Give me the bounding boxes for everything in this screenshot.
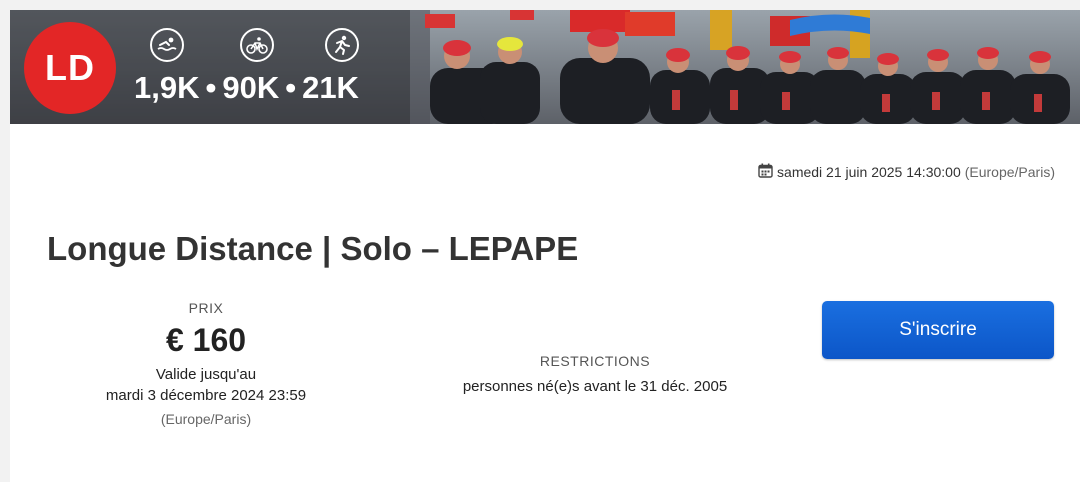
price-value: € 160 [165,322,247,358]
event-title: Longue Distance | Solo – LEPAPE [47,230,579,267]
calendar-icon [758,163,773,181]
distance-badge: LD [24,22,116,114]
event-date: samedi 21 juin 2025 14:30:00 (Europe/Par… [758,163,1055,181]
price-timezone: (Europe/Paris) [160,411,252,427]
run-icon [325,28,359,62]
distance-separator: • [285,70,297,105]
price-valid-label: Valide jusqu'au [155,366,257,383]
event-date-timezone: (Europe/Paris) [964,164,1055,180]
distance-separator: • [205,70,217,105]
event-banner: LD 1,9K • 90K • 21K [10,10,1080,124]
restrictions-label: RESTRICTIONS [539,353,651,369]
swim-distance: 1,9K [134,70,200,105]
price-valid-date: mardi 3 décembre 2024 23:59 [105,387,307,404]
price-valid-until: Valide jusqu'au mardi 3 décembre 2024 23… [86,364,326,406]
event-card: LD 1,9K • 90K • 21K samedi 21 juin 2025 … [10,10,1080,482]
restrictions-value: personnes né(e)s avant le 31 déc. 2005 [462,378,728,395]
bike-distance: 90K [222,70,280,105]
register-button[interactable]: S'inscrire [822,301,1054,359]
swim-icon [150,28,184,62]
event-date-value: samedi 21 juin 2025 14:30:00 [777,164,961,180]
distance-badge-label: LD [45,47,95,88]
price-label: PRIX [188,300,224,316]
bike-icon [240,28,274,62]
banner-crowd-illustration [10,10,1080,124]
race-distances: 1,9K • 90K • 21K [134,70,359,106]
run-distance: 21K [302,70,359,105]
price-section: PRIX € 160 Valide jusqu'au mardi 3 décem… [86,300,326,427]
restrictions-section: RESTRICTIONS personnes né(e)s avant le 3… [430,353,760,395]
